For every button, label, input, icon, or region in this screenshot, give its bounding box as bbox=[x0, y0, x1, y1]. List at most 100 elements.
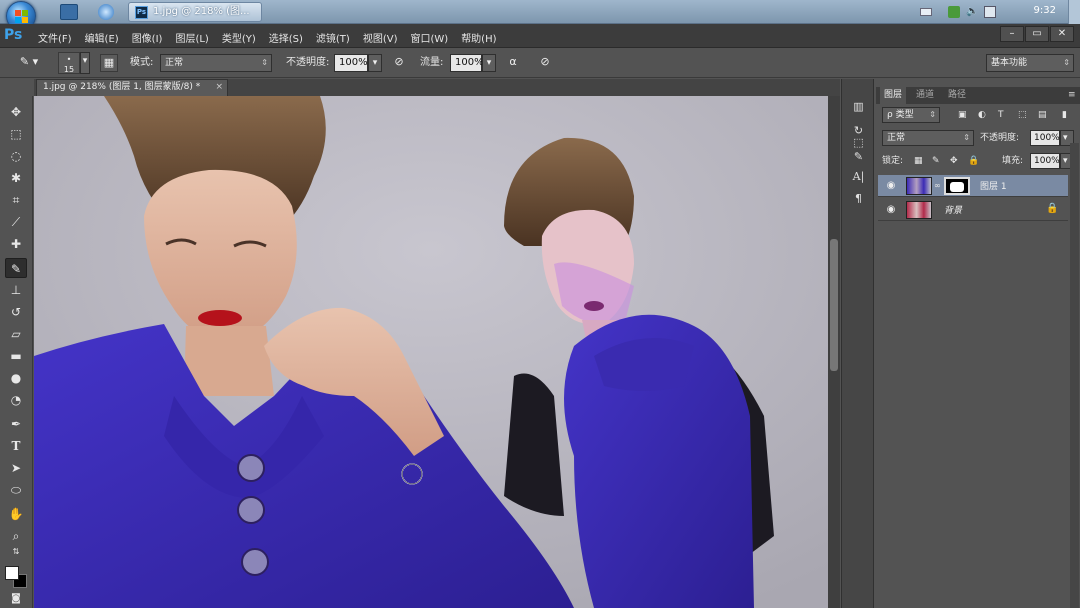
show-desktop-icon[interactable] bbox=[60, 4, 78, 20]
menu-image[interactable]: 图像(I) bbox=[132, 30, 163, 45]
menu-type[interactable]: 类型(Y) bbox=[222, 30, 256, 45]
filter-smart-object-icon[interactable]: ▤ bbox=[1038, 107, 1047, 123]
history-brush-tool-icon[interactable]: ↺ bbox=[5, 302, 27, 322]
crop-tool-icon[interactable]: ⌗ bbox=[5, 190, 27, 210]
type-tool-icon[interactable]: T bbox=[5, 436, 27, 456]
fill-input[interactable]: 100% bbox=[1030, 153, 1060, 169]
zoom-tool-icon[interactable]: ⌕ bbox=[5, 526, 27, 546]
brush-panel-toggle-icon[interactable]: ▦ bbox=[100, 54, 118, 72]
character-panel-icon[interactable]: A| bbox=[850, 169, 867, 185]
eye-icon[interactable]: ◉ bbox=[884, 203, 898, 217]
brush-size-dropdown[interactable]: ▾ bbox=[80, 52, 90, 74]
layers-scrollbar[interactable] bbox=[1070, 143, 1079, 608]
path-select-tool-icon[interactable]: ➤ bbox=[5, 458, 27, 478]
pen-tool-icon[interactable]: ✒ bbox=[5, 414, 27, 434]
brush-size-value: 15 bbox=[63, 65, 75, 74]
opacity-dropdown[interactable]: ▾ bbox=[368, 54, 382, 72]
document-tab-bar: 1.jpg @ 218% (图层 1, 图层蒙版/8) * × bbox=[34, 79, 840, 96]
menu-edit[interactable]: 编辑(E) bbox=[85, 30, 119, 45]
brush-preset-icon[interactable]: ✎ ▾ bbox=[14, 54, 44, 72]
background-layer-name[interactable]: 背景 bbox=[944, 203, 962, 216]
quick-select-tool-icon[interactable]: ✱ bbox=[5, 168, 27, 188]
lock-transparency-icon[interactable]: ▦ bbox=[914, 153, 923, 169]
flow-input[interactable]: 100% bbox=[450, 54, 484, 72]
network-icon[interactable] bbox=[984, 6, 996, 18]
menu-view[interactable]: 视图(V) bbox=[363, 30, 398, 45]
filter-toggle-icon[interactable]: ▮ bbox=[1062, 107, 1067, 123]
options-bar: ✎ ▾ • 15 ▾ ▦ 模式: 正常 ⇕ 不透明度: 100% ▾ ⊘ 流量: 1… bbox=[0, 49, 1080, 78]
eraser-tool-icon[interactable]: ▱ bbox=[5, 324, 27, 344]
document-canvas[interactable] bbox=[34, 96, 828, 608]
pressure-size-icon[interactable]: ⊘ bbox=[536, 54, 554, 72]
menu-file[interactable]: 文件(F) bbox=[38, 30, 72, 45]
taskbar-clock[interactable]: 9:32 bbox=[1034, 5, 1056, 16]
document-tab-title: 1.jpg @ 218% (图层 1, 图层蒙版/8) * bbox=[43, 82, 201, 92]
clone-stamp-tool-icon[interactable]: ⊥ bbox=[5, 280, 27, 300]
quick-mask-icon[interactable]: ◙ bbox=[5, 592, 27, 606]
workspace-select[interactable]: 基本功能 ⇕ bbox=[986, 54, 1074, 72]
move-tool-icon[interactable]: ✥ bbox=[5, 102, 27, 122]
filter-type-icon[interactable]: T bbox=[998, 107, 1004, 123]
lock-position-icon[interactable]: ✥ bbox=[950, 153, 958, 169]
photo-image bbox=[34, 96, 828, 608]
keyboard-icon[interactable] bbox=[920, 8, 932, 16]
paragraph-panel-icon[interactable]: ¶ bbox=[850, 191, 867, 207]
volume-icon[interactable]: 🔈 bbox=[966, 6, 978, 18]
filter-shape-icon[interactable]: ⬚ bbox=[1018, 107, 1027, 123]
close-button[interactable]: ✕ bbox=[1050, 26, 1074, 42]
chain-link-icon[interactable]: ∞ bbox=[934, 178, 941, 194]
brush-tool-icon[interactable]: ✎ bbox=[5, 258, 27, 278]
maximize-button[interactable]: ▭ bbox=[1025, 26, 1049, 42]
hand-tool-icon[interactable]: ✋ bbox=[5, 504, 27, 524]
canvas-scroll-thumb[interactable] bbox=[830, 239, 838, 371]
foreground-color-swatch[interactable] bbox=[5, 566, 19, 580]
layer1-name[interactable]: 图层 1 bbox=[980, 179, 1007, 192]
mode-select[interactable]: 正常 ⇕ bbox=[160, 54, 272, 72]
eyedropper-tool-icon[interactable]: ⟋ bbox=[5, 212, 27, 232]
canvas-vertical-scrollbar[interactable] bbox=[828, 96, 840, 608]
dodge-tool-icon[interactable]: ◔ bbox=[5, 390, 27, 410]
layer-filter-select[interactable]: ρ 类型 ⇕ bbox=[882, 107, 940, 123]
show-desktop-button[interactable] bbox=[1068, 0, 1080, 24]
layer-row-layer1[interactable]: ◉ ∞ 图层 1 bbox=[878, 175, 1068, 197]
browser-icon[interactable] bbox=[98, 4, 114, 20]
marquee-tool-icon[interactable]: ⬚ bbox=[5, 124, 27, 144]
minimize-button[interactable]: – bbox=[1000, 26, 1024, 42]
swap-colors-icon[interactable]: ⇅ bbox=[5, 546, 27, 558]
layer-row-background[interactable]: ◉ 背景 🔒 bbox=[878, 199, 1068, 221]
menu-layer[interactable]: 图层(L) bbox=[175, 30, 208, 45]
menu-select[interactable]: 选择(S) bbox=[269, 30, 303, 45]
lock-all-icon[interactable]: 🔒 bbox=[968, 153, 979, 169]
menu-filter[interactable]: 滤镜(T) bbox=[316, 30, 350, 45]
brush-size-picker[interactable]: • 15 bbox=[58, 52, 80, 74]
layer-opacity-input[interactable]: 100% bbox=[1030, 130, 1060, 146]
pressure-opacity-icon[interactable]: ⊘ bbox=[390, 54, 408, 72]
filter-pixel-icon[interactable]: ▣ bbox=[958, 107, 967, 123]
layer1-mask-thumbnail[interactable] bbox=[944, 177, 970, 195]
tab-layers[interactable]: 图层 bbox=[880, 87, 907, 104]
filter-adjustment-icon[interactable]: ◐ bbox=[978, 107, 986, 123]
shape-tool-icon[interactable]: ⬭ bbox=[5, 480, 27, 500]
lock-pixels-icon[interactable]: ✎ bbox=[932, 153, 940, 169]
healing-brush-tool-icon[interactable]: ✚ bbox=[5, 234, 27, 254]
history-panel-icon[interactable]: ▥ bbox=[850, 99, 867, 115]
close-document-icon[interactable]: × bbox=[215, 80, 223, 95]
document-tab[interactable]: 1.jpg @ 218% (图层 1, 图层蒙版/8) * × bbox=[36, 79, 228, 96]
opacity-input[interactable]: 100% bbox=[334, 54, 368, 72]
lasso-tool-icon[interactable]: ◌ bbox=[5, 146, 27, 166]
taskbar-photoshop-task[interactable]: Ps 1.jpg @ 218% (图... bbox=[128, 2, 262, 22]
tab-channels[interactable]: 通道 bbox=[912, 87, 938, 104]
menu-help[interactable]: 帮助(H) bbox=[461, 30, 496, 45]
eye-icon[interactable]: ◉ bbox=[884, 179, 898, 193]
tab-paths[interactable]: 路径 bbox=[944, 87, 970, 104]
menu-window[interactable]: 窗口(W) bbox=[410, 30, 448, 45]
gradient-tool-icon[interactable]: ▬ bbox=[5, 346, 27, 366]
airbrush-icon[interactable]: α bbox=[504, 54, 522, 72]
lock-icon: 🔒 bbox=[1046, 203, 1059, 214]
properties-panel-icon[interactable]: ✎ bbox=[850, 149, 867, 165]
panel-menu-icon[interactable]: ≡ bbox=[1064, 87, 1080, 104]
app-tray-icon[interactable] bbox=[948, 6, 960, 18]
blend-mode-select[interactable]: 正常 ⇕ bbox=[882, 130, 974, 146]
flow-dropdown[interactable]: ▾ bbox=[482, 54, 496, 72]
blur-tool-icon[interactable]: ● bbox=[5, 368, 27, 388]
